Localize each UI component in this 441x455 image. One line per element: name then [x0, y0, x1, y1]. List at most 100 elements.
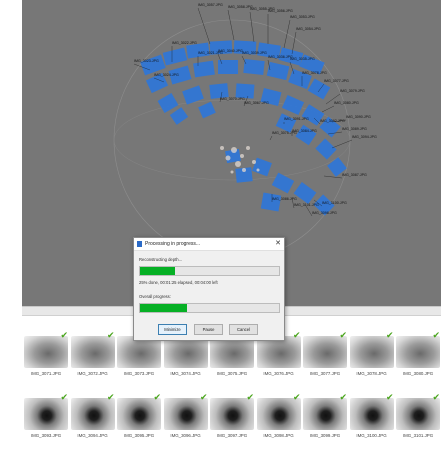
camera-label: IMG_3079.JPG	[340, 89, 365, 93]
camera-plane	[182, 85, 204, 105]
point-cloud-blob	[252, 160, 256, 164]
thumbnail-filename: IMG_3076.JPG	[263, 371, 294, 376]
thumbnail-filename: IMG_3095.JPG	[123, 433, 155, 438]
task-label: Reconstructing depth...	[139, 257, 183, 262]
camera-leader-line	[227, 9, 235, 41]
point-cloud-blob	[240, 154, 244, 158]
close-icon[interactable]: ✕	[275, 239, 281, 247]
checkmark-icon: ✔	[106, 393, 115, 403]
point-cloud-blob	[220, 146, 224, 150]
checkmark-icon: ✔	[385, 331, 394, 341]
overall-progress-fill	[140, 304, 188, 312]
camera-label: IMG_3087.JPG	[342, 173, 367, 177]
camera-plane	[193, 60, 215, 78]
checkmark-icon: ✔	[292, 393, 301, 403]
checkmark-icon: ✔	[292, 331, 301, 341]
camera-label: IMG_3094.JPG	[352, 135, 377, 139]
camera-plane	[157, 92, 179, 114]
thumbnail-filename: IMG_3096.JPG	[170, 433, 201, 438]
camera-label: IMG_3075.JPG	[272, 131, 297, 135]
camera-label: IMG_3089.JPG	[342, 127, 367, 131]
camera-label: IMG_3080.JPG	[334, 101, 359, 105]
checkmark-icon: ✔	[246, 393, 254, 403]
progress-dialog: Processing in progress... ✕ Reconstructi…	[133, 237, 285, 341]
camera-label: IMG_3053.JPG	[290, 15, 315, 19]
camera-label: IMG_3039.JPG	[242, 51, 267, 55]
thumbnail-filename: IMG_3100.JPG	[356, 433, 387, 438]
camera-label: IMG_3057.JPG	[198, 3, 223, 7]
thumbnail-filename: IMG_3072.JPG	[77, 371, 108, 376]
camera-plane	[315, 138, 337, 160]
dialog-title: Processing in progress...	[145, 241, 201, 247]
cancel-button[interactable]: Cancel	[229, 324, 258, 335]
thumbnail-filename: IMG_3080.JPG	[402, 371, 434, 376]
camera-leader-line	[197, 7, 211, 45]
point-cloud-blob	[242, 168, 246, 172]
camera-plane	[293, 182, 317, 204]
overall-label: Overall progress:	[139, 294, 171, 299]
checkmark-icon: ✔	[339, 331, 347, 341]
checkmark-icon: ✔	[385, 393, 394, 403]
camera-label: IMG_3091.JPG	[284, 117, 309, 121]
camera-leader-line	[249, 11, 255, 43]
camera-leader-line	[283, 19, 291, 49]
point-cloud-blob	[246, 146, 250, 150]
thumbnail-filename: IMG_3101.JPG	[402, 433, 434, 438]
camera-plane	[271, 172, 295, 194]
camera-plane	[295, 124, 317, 146]
camera-label: IMG_3067.JPG	[244, 101, 269, 105]
camera-label: IMG_3035.JPG	[290, 57, 315, 61]
thumbnail-filename: IMG_3093.JPG	[30, 433, 62, 438]
camera-label: IMG_3098.JPG	[312, 211, 337, 215]
camera-label: IMG_3100.JPG	[322, 201, 347, 205]
camera-label: IMG_3054.JPG	[296, 27, 321, 31]
point-cloud-blob	[231, 147, 237, 153]
camera-label: IMG_3077.JPG	[324, 79, 349, 83]
checkmark-icon: ✔	[432, 331, 440, 341]
checkmark-icon: ✔	[60, 393, 68, 403]
camera-leader-line	[269, 135, 273, 141]
pause-button[interactable]: Pause	[194, 324, 223, 335]
thumbnail-filename: IMG_3094.JPG	[77, 433, 108, 438]
camera-plane	[162, 47, 188, 66]
camera-label: IMG_3056.JPG	[268, 9, 293, 13]
app-icon	[137, 241, 142, 247]
camera-label: IMG_3023.JPG	[134, 59, 159, 63]
thumbnail-filename: IMG_3071.JPG	[30, 371, 62, 376]
task-progress-fill	[140, 267, 175, 275]
camera-plane	[243, 58, 265, 76]
camera-plane	[169, 107, 189, 125]
camera-plane	[218, 60, 238, 74]
dialog-titlebar[interactable]: Processing in progress... ✕	[134, 238, 284, 251]
thumbnail-filename: IMG_3075.JPG	[216, 371, 248, 376]
camera-plane	[281, 94, 305, 116]
checkmark-icon: ✔	[60, 331, 68, 341]
camera-label: IMG_3092.JPG	[320, 119, 345, 123]
thumbnail-filename: IMG_3098.JPG	[263, 433, 294, 438]
point-cloud-blob	[225, 155, 231, 161]
camera-label: IMG_3024.JPG	[154, 73, 179, 77]
camera-label: IMG_3086.JPG	[272, 197, 297, 201]
camera-label: IMG_3101.JPG	[294, 203, 319, 207]
thumbnail-filename: IMG_3073.JPG	[123, 371, 155, 376]
camera-label: IMG_3090.JPG	[346, 115, 371, 119]
thumbnail-filename: IMG_3078.JPG	[356, 371, 387, 376]
camera-label: IMG_3070.JPG	[220, 97, 245, 101]
status-text: 25% done, 00:01:25 elapsed, 00:04:00 lef…	[139, 280, 218, 285]
thumbnail-filename: IMG_3097.JPG	[216, 433, 248, 438]
camera-leader-line	[321, 105, 335, 113]
sphere-outline	[113, 19, 351, 261]
camera-plane	[266, 61, 290, 81]
point-cloud-blob	[230, 170, 234, 174]
camera-leader-line	[331, 139, 353, 149]
thumbnail-filename: IMG_3077.JPG	[309, 371, 341, 376]
point-cloud-blob	[256, 168, 260, 172]
point-cloud-blob	[235, 161, 241, 167]
checkmark-icon: ✔	[199, 393, 208, 403]
checkmark-icon: ✔	[153, 393, 161, 403]
overall-progress-bar	[139, 303, 280, 313]
camera-label: IMG_3040.JPG	[218, 49, 243, 53]
minimize-button[interactable]: Minimize	[158, 324, 187, 335]
checkmark-icon: ✔	[339, 393, 347, 403]
camera-plane	[260, 192, 282, 212]
